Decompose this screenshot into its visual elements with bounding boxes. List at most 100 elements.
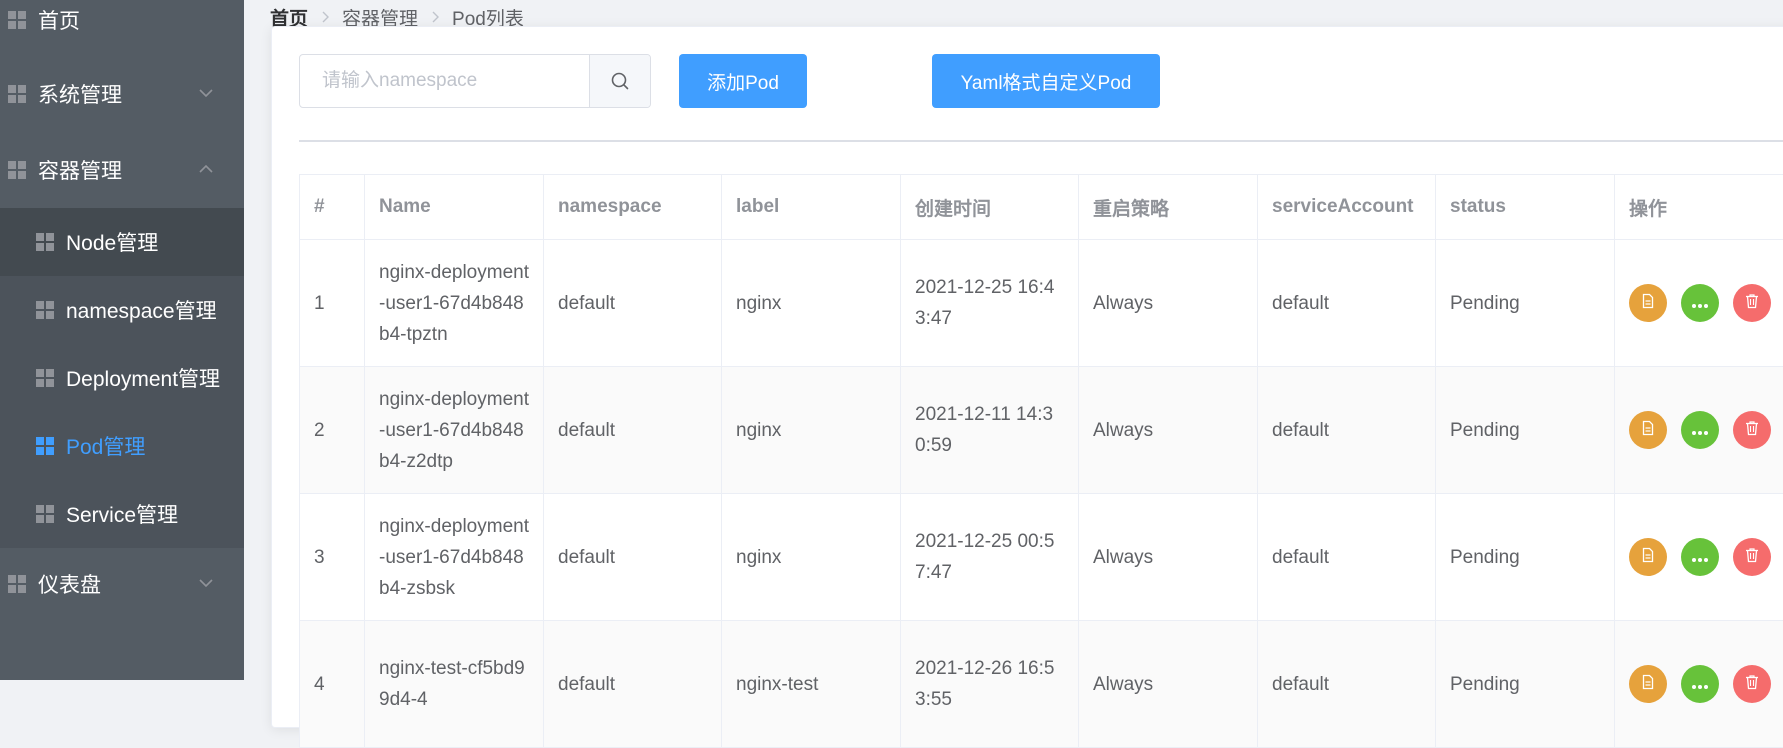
delete-button[interactable]: [1733, 284, 1771, 322]
sidebar-item-home[interactable]: 首页: [0, 0, 244, 54]
sidebar-item-label: Service管理: [66, 499, 178, 529]
sidebar-item-deployment[interactable]: Deployment管理: [0, 344, 244, 412]
cell-created: 2021-12-25 00:57:47: [901, 494, 1079, 621]
sidebar-item-container[interactable]: 容器管理: [0, 136, 244, 204]
delete-button[interactable]: [1733, 538, 1771, 576]
grid-icon: [36, 437, 54, 455]
row-actions: [1629, 284, 1783, 322]
cell-label: nginx: [722, 367, 901, 494]
trash-icon: [1744, 542, 1760, 573]
cell-actions: [1615, 621, 1783, 748]
col-name-header: Name: [365, 175, 544, 240]
more-icon: [1691, 288, 1709, 319]
namespace-search-input[interactable]: [300, 55, 589, 107]
document-icon: [1640, 542, 1656, 573]
sidebar-item-system[interactable]: 系统管理: [0, 60, 244, 128]
row-actions: [1629, 411, 1783, 449]
trash-icon: [1744, 415, 1760, 446]
grid-icon: [36, 369, 54, 387]
more-icon: [1691, 542, 1709, 573]
grid-icon: [36, 505, 54, 523]
cell-index: 3: [300, 494, 365, 621]
cell-restart-policy: Always: [1079, 621, 1258, 748]
table-row: 1nginx-deployment-user1-67d4b848b4-tpztn…: [300, 240, 1783, 367]
trash-icon: [1744, 669, 1760, 700]
cell-status: Pending: [1436, 621, 1615, 748]
cell-actions: [1615, 367, 1783, 494]
document-icon: [1640, 288, 1656, 319]
cell-label: nginx-test: [722, 621, 901, 748]
sidebar-item-label: namespace管理: [66, 295, 217, 325]
search-icon: [610, 71, 630, 91]
cell-index: 2: [300, 367, 365, 494]
col-sa-header: serviceAccount: [1258, 175, 1436, 240]
more-button[interactable]: [1681, 538, 1719, 576]
sidebar-item-label: Pod管理: [66, 431, 145, 461]
delete-button[interactable]: [1733, 665, 1771, 703]
pod-table: # Name namespace label 创建时间 重启策略 service…: [299, 174, 1783, 748]
grid-icon: [36, 301, 54, 319]
sidebar-item-node[interactable]: Node管理: [0, 208, 244, 276]
col-index-header: #: [300, 175, 365, 240]
cell-service-account: default: [1258, 621, 1436, 748]
chevron-down-icon: [198, 578, 214, 588]
cell-namespace: default: [544, 621, 722, 748]
cell-actions: [1615, 494, 1783, 621]
divider: [299, 140, 1783, 142]
row-actions: [1629, 665, 1783, 703]
chevron-up-icon: [198, 164, 214, 174]
document-icon: [1640, 415, 1656, 446]
namespace-search: [299, 54, 651, 108]
grid-icon: [8, 575, 26, 593]
detail-button[interactable]: [1629, 665, 1667, 703]
sidebar-item-label: Node管理: [66, 227, 158, 257]
cell-service-account: default: [1258, 240, 1436, 367]
sidebar: 首页 系统管理 容器管理 Node管理 namespace管理 Deployme…: [0, 0, 244, 680]
grid-icon: [8, 11, 26, 29]
more-button[interactable]: [1681, 665, 1719, 703]
col-label-header: label: [722, 175, 901, 240]
add-pod-button[interactable]: 添加Pod: [679, 54, 807, 108]
cell-actions: [1615, 240, 1783, 367]
table-row: 3nginx-deployment-user1-67d4b848b4-zsbsk…: [300, 494, 1783, 621]
table-row: 4nginx-test-cf5bd99d4-4defaultnginx-test…: [300, 621, 1783, 748]
detail-button[interactable]: [1629, 411, 1667, 449]
yaml-pod-button[interactable]: Yaml格式自定义Pod: [932, 54, 1160, 108]
sidebar-item-service[interactable]: Service管理: [0, 480, 244, 548]
col-ops-header: 操作: [1615, 175, 1783, 240]
cell-status: Pending: [1436, 367, 1615, 494]
cell-label: nginx: [722, 240, 901, 367]
grid-icon: [8, 85, 26, 103]
cell-name: nginx-deployment-user1-67d4b848b4-z2dtp: [365, 367, 544, 494]
search-button[interactable]: [589, 55, 650, 107]
sidebar-item-dashboard[interactable]: 仪表盘: [0, 550, 244, 618]
more-icon: [1691, 669, 1709, 700]
cell-service-account: default: [1258, 367, 1436, 494]
delete-button[interactable]: [1733, 411, 1771, 449]
trash-icon: [1744, 288, 1760, 319]
cell-namespace: default: [544, 240, 722, 367]
cell-status: Pending: [1436, 494, 1615, 621]
cell-index: 4: [300, 621, 365, 748]
col-namespace-header: namespace: [544, 175, 722, 240]
chevron-down-icon: [198, 88, 214, 98]
cell-created: 2021-12-26 16:53:55: [901, 621, 1079, 748]
table-header-row: # Name namespace label 创建时间 重启策略 service…: [300, 175, 1783, 240]
detail-button[interactable]: [1629, 284, 1667, 322]
cell-name: nginx-deployment-user1-67d4b848b4-tpztn: [365, 240, 544, 367]
detail-button[interactable]: [1629, 538, 1667, 576]
sidebar-item-label: 容器管理: [38, 155, 122, 185]
col-restart-header: 重启策略: [1079, 175, 1258, 240]
cell-name: nginx-test-cf5bd99d4-4: [365, 621, 544, 748]
cell-restart-policy: Always: [1079, 367, 1258, 494]
more-button[interactable]: [1681, 284, 1719, 322]
sidebar-item-label: 仪表盘: [38, 569, 101, 599]
sidebar-item-label: 系统管理: [38, 79, 122, 109]
sidebar-item-pod[interactable]: Pod管理: [0, 412, 244, 480]
cell-namespace: default: [544, 367, 722, 494]
sidebar-item-namespace[interactable]: namespace管理: [0, 276, 244, 344]
more-icon: [1691, 415, 1709, 446]
cell-label: nginx: [722, 494, 901, 621]
cell-service-account: default: [1258, 494, 1436, 621]
more-button[interactable]: [1681, 411, 1719, 449]
